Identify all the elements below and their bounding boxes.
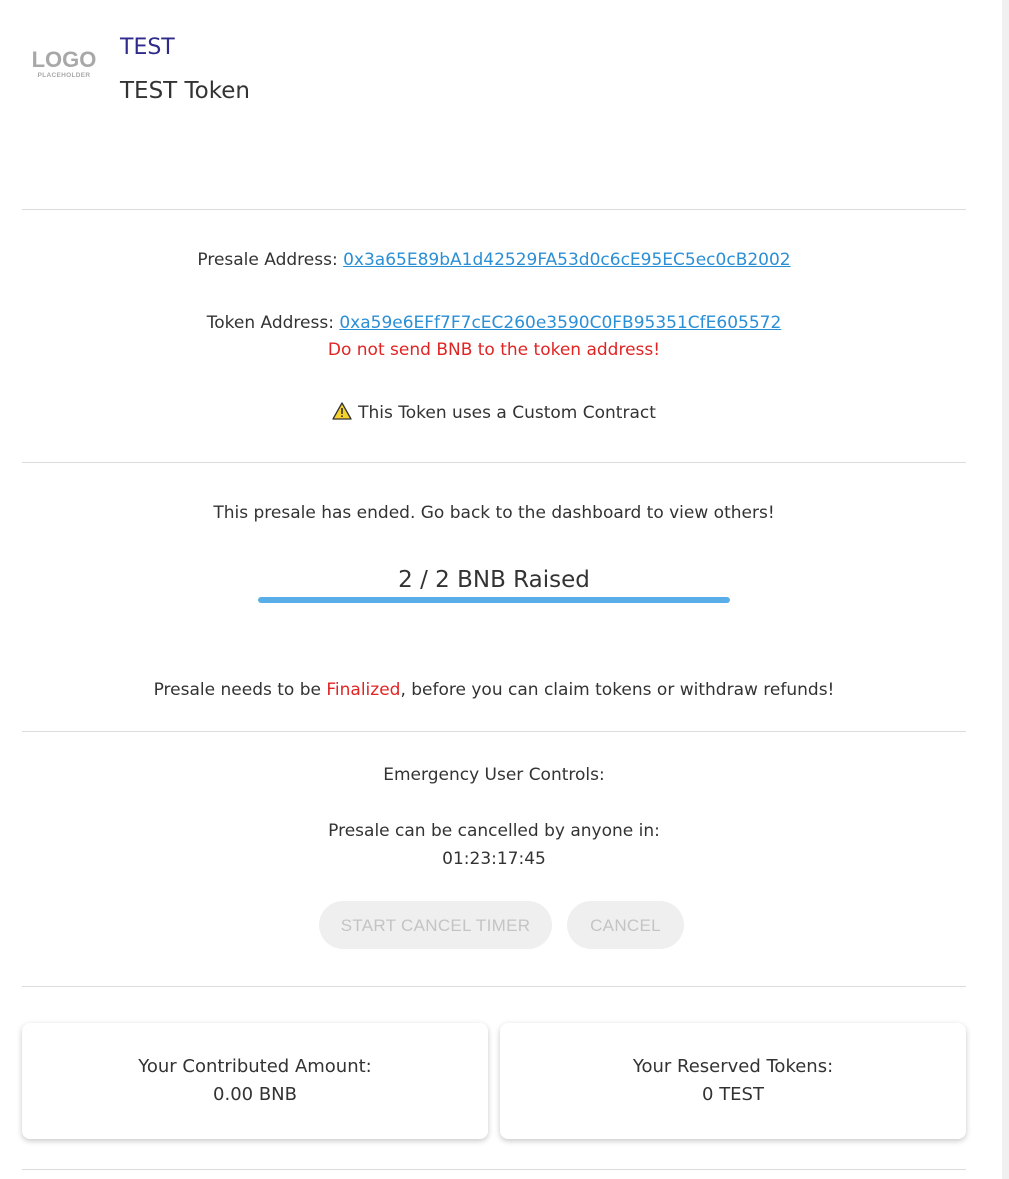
token-name: TEST Token bbox=[120, 78, 250, 104]
raise-progress-bar bbox=[258, 597, 730, 603]
divider bbox=[22, 1169, 966, 1170]
finalize-suffix: , before you can claim tokens or withdra… bbox=[400, 680, 835, 700]
token-symbol: TEST bbox=[120, 35, 175, 60]
finalize-notice: Presale needs to be Finalized, before yo… bbox=[22, 679, 966, 701]
presale-status-section: This presale has ended. Go back to the d… bbox=[22, 463, 966, 731]
contributed-amount-value: 0.00 BNB bbox=[213, 1084, 297, 1105]
token-address-row: Token Address: 0xa59e6EFf7F7cEC260e3590C… bbox=[22, 312, 966, 334]
addresses-section: Presale Address: 0x3a65E89bA1d42529FA53d… bbox=[22, 210, 966, 462]
user-stats-section: Your Contributed Amount: 0.00 BNB Your R… bbox=[22, 987, 966, 1169]
presale-address-link[interactable]: 0x3a65E89bA1d42529FA53d0c6cE95EC5ec0cB20… bbox=[343, 250, 791, 270]
raise-progress-fill bbox=[258, 597, 730, 603]
finalized-word: Finalized bbox=[326, 680, 401, 700]
logo-sub-text: PLACEHOLDER bbox=[37, 72, 91, 79]
logo-placeholder-icon: LOGO PLACEHOLDER bbox=[30, 48, 98, 84]
presale-address-row: Presale Address: 0x3a65E89bA1d42529FA53d… bbox=[22, 249, 966, 271]
finalize-prefix: Presale needs to be bbox=[153, 680, 327, 700]
token-address-label: Token Address: bbox=[206, 313, 340, 333]
emergency-title: Emergency User Controls: bbox=[383, 765, 605, 785]
cancel-info: Presale can be cancelled by anyone in: bbox=[328, 821, 660, 841]
raised-amount: 2 / 2 BNB Raised bbox=[398, 567, 590, 593]
presale-ended-message: This presale has ended. Go back to the d… bbox=[213, 503, 775, 523]
cancel-countdown: 01:23:17:45 bbox=[442, 849, 546, 869]
reserved-tokens-card: Your Reserved Tokens: 0 TEST bbox=[500, 1023, 966, 1139]
presale-address-label: Presale Address: bbox=[197, 250, 344, 270]
custom-contract-notice: This Token uses a Custom Contract bbox=[358, 403, 656, 423]
warning-icon bbox=[332, 402, 352, 426]
presale-page: LOGO PLACEHOLDER TEST TEST Token Presale… bbox=[0, 0, 1009, 1179]
token-header: LOGO PLACEHOLDER TEST TEST Token bbox=[22, 0, 966, 209]
token-address-warning: Do not send BNB to the token address! bbox=[327, 340, 661, 360]
contributed-amount-card: Your Contributed Amount: 0.00 BNB bbox=[22, 1023, 488, 1139]
custom-contract-row: This Token uses a Custom Contract bbox=[22, 402, 966, 426]
emergency-controls-section: Emergency User Controls: Presale can be … bbox=[22, 732, 966, 986]
page-scrollbar[interactable] bbox=[1002, 0, 1009, 1179]
reserved-tokens-value: 0 TEST bbox=[702, 1084, 764, 1105]
cancel-button[interactable]: CANCEL bbox=[567, 901, 684, 949]
token-address-link[interactable]: 0xa59e6EFf7F7cEC260e3590C0FB95351CfE6055… bbox=[339, 313, 781, 333]
logo-main-text: LOGO bbox=[31, 47, 97, 72]
reserved-tokens-label: Your Reserved Tokens: bbox=[632, 1056, 834, 1077]
contributed-amount-label: Your Contributed Amount: bbox=[138, 1056, 372, 1077]
start-cancel-timer-button[interactable]: START CANCEL TIMER bbox=[319, 901, 552, 949]
main-content: LOGO PLACEHOLDER TEST TEST Token Presale… bbox=[22, 0, 966, 1170]
